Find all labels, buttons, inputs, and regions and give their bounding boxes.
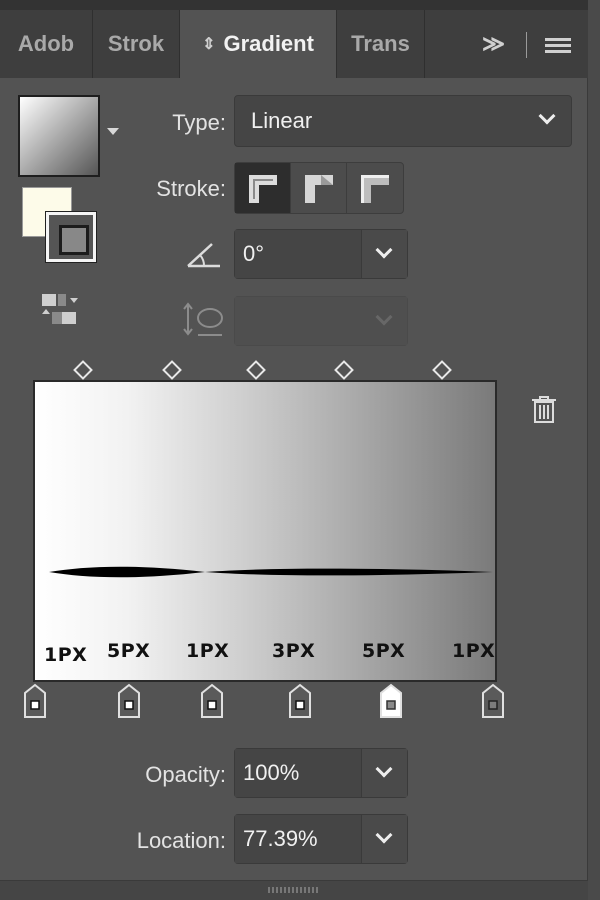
opacity-combo[interactable]: 100% xyxy=(234,748,408,798)
panel-footer xyxy=(0,880,588,900)
type-value: Linear xyxy=(251,108,313,133)
aspect-ratio-combo xyxy=(234,296,408,346)
gradient-label: 5PX xyxy=(107,640,151,662)
aspect-ratio-icon xyxy=(183,302,223,336)
midpoint-diamond[interactable] xyxy=(246,360,266,380)
gradient-label: 1PX xyxy=(186,640,230,662)
tab-transparency[interactable]: Trans xyxy=(337,10,425,78)
tab-label: Trans xyxy=(351,31,410,56)
tab-divider xyxy=(526,32,527,58)
stroke-width-preview xyxy=(49,566,493,578)
stroke-label: Stroke: xyxy=(156,176,226,201)
chevron-down-icon xyxy=(375,760,393,778)
stroke-across-button[interactable] xyxy=(347,163,403,213)
aspect-dropdown-button xyxy=(361,297,407,345)
angle-icon xyxy=(187,243,220,268)
midpoint-diamond[interactable] xyxy=(432,360,452,380)
color-stop[interactable] xyxy=(481,683,505,719)
gradient-label: 1PX xyxy=(452,640,496,662)
type-label: Type: xyxy=(172,110,226,135)
color-stop[interactable] xyxy=(288,683,312,719)
color-stop[interactable] xyxy=(23,683,47,719)
trash-icon[interactable] xyxy=(530,394,558,424)
stroke-along-icon xyxy=(304,175,333,203)
gradient-label: 1PX xyxy=(44,644,88,666)
chevron-down-icon xyxy=(375,826,393,844)
midpoint-diamond[interactable] xyxy=(162,360,182,380)
resize-grip-icon[interactable] xyxy=(268,887,318,893)
gradient-label: 3PX xyxy=(272,640,316,662)
color-stop-selected[interactable] xyxy=(379,683,403,719)
stroke-gradient-options xyxy=(234,162,404,214)
angle-input[interactable]: 0° xyxy=(235,230,361,278)
stroke-swatch[interactable] xyxy=(45,211,97,263)
angle-combo[interactable]: 0° xyxy=(234,229,408,279)
location-input[interactable]: 77.39% xyxy=(235,815,361,863)
midpoint-diamond[interactable] xyxy=(334,360,354,380)
location-label: Location: xyxy=(136,828,226,853)
gradient-swatch[interactable] xyxy=(18,95,100,177)
tab-label: Adob xyxy=(17,31,75,56)
more-tabs-icon[interactable]: ≫ xyxy=(482,10,505,78)
gradient-slider[interactable]: 1PX 5PX 1PX 3PX 5PX 1PX xyxy=(33,380,497,682)
tab-appearance[interactable]: Adob xyxy=(0,10,93,78)
panel-menu-icon[interactable] xyxy=(545,44,571,47)
opacity-dropdown-button[interactable] xyxy=(361,749,407,797)
chevron-down-icon[interactable] xyxy=(107,128,119,135)
sort-updown-icon: ⇕ xyxy=(202,36,216,53)
stroke-across-icon xyxy=(361,175,389,203)
chevron-down-icon xyxy=(375,241,393,259)
dock-edge xyxy=(588,0,600,900)
color-stop[interactable] xyxy=(117,683,141,719)
opacity-input[interactable]: 100% xyxy=(235,749,361,797)
midpoint-diamond[interactable] xyxy=(73,360,93,380)
gradient-panel: Adob Strok ⇕ Gradient Trans ≫ Type: Line… xyxy=(0,0,588,900)
tab-gradient[interactable]: ⇕ Gradient xyxy=(180,10,337,78)
stroke-along-button[interactable] xyxy=(291,163,347,213)
gradient-label: 5PX xyxy=(362,640,406,662)
chevron-down-icon xyxy=(375,308,393,326)
opacity-label: Opacity: xyxy=(145,762,226,787)
stroke-within-button[interactable] xyxy=(235,163,291,213)
chevron-down-icon xyxy=(538,107,556,125)
tab-stroke[interactable]: Strok xyxy=(93,10,180,78)
aspect-ratio-input xyxy=(235,297,361,345)
tab-bar: Adob Strok ⇕ Gradient Trans ≫ xyxy=(0,0,588,78)
stroke-within-icon xyxy=(248,175,277,203)
reverse-gradient-icon[interactable] xyxy=(40,292,80,328)
color-stop[interactable] xyxy=(200,683,224,719)
tab-label: Strok xyxy=(107,31,165,56)
location-combo[interactable]: 77.39% xyxy=(234,814,408,864)
angle-dropdown-button[interactable] xyxy=(361,230,407,278)
type-dropdown[interactable]: Linear xyxy=(234,95,572,147)
location-dropdown-button[interactable] xyxy=(361,815,407,863)
tab-label: Gradient xyxy=(223,31,314,56)
